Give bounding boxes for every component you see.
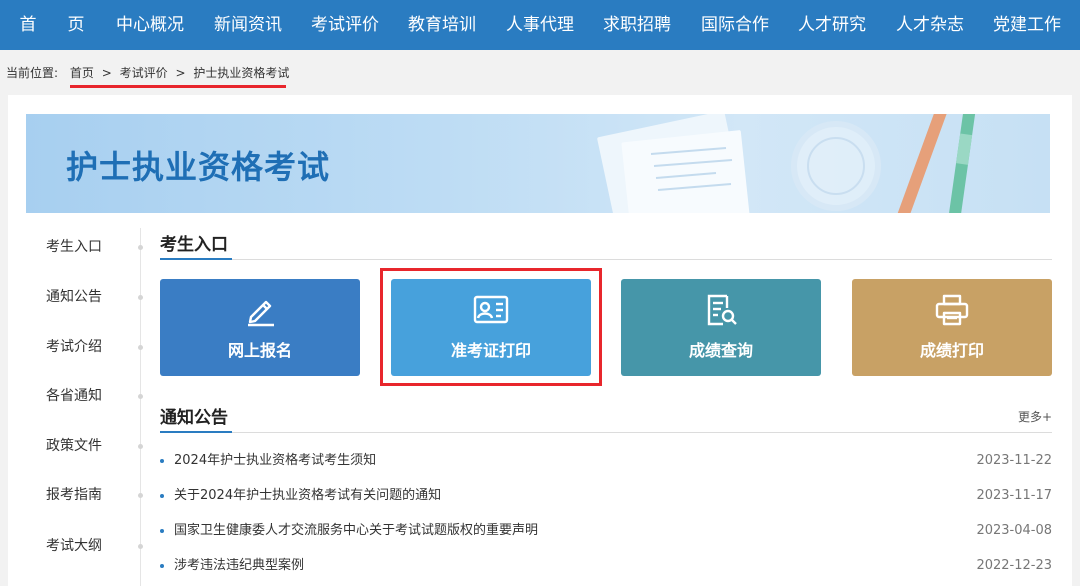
notice-date: 2023-04-08 [976, 523, 1052, 538]
banner: 护士执业资格考试 [26, 114, 1050, 213]
register-online-button[interactable]: 网上报名 [160, 279, 360, 376]
breadcrumb-prefix: 当前位置: [6, 66, 59, 80]
sidebar-item-province-notices[interactable]: 各省通知 [26, 381, 122, 411]
sidebar-bullet [138, 493, 143, 498]
notice-item[interactable]: 国家卫生健康委人才交流服务中心关于考试试题版权的重要声明 2023-04-08 [160, 519, 1052, 543]
sidebar-bullet [138, 444, 143, 449]
notice-date: 2022-12-23 [976, 558, 1052, 573]
breadcrumb-current: 护士执业资格考试 [193, 66, 290, 80]
score-query-label: 成绩查询 [688, 341, 753, 360]
breadcrumb: 当前位置: 首页 > 考试评价 > 护士执业资格考试 [0, 58, 289, 88]
section-rule [160, 432, 1052, 433]
register-online-label: 网上报名 [227, 341, 292, 360]
notice-item[interactable]: 2024年护士执业资格考试考生须知 2023-11-22 [160, 449, 1052, 473]
nav-item-magazine[interactable]: 人才杂志 [888, 0, 972, 50]
section-underline [160, 431, 232, 433]
nav-item-home-2[interactable]: 页 [56, 0, 96, 50]
breadcrumb-exam-evaluation[interactable]: 考试评价 [120, 58, 168, 88]
sidebar-item-exam-intro[interactable]: 考试介绍 [26, 332, 122, 362]
breadcrumb-separator: > [175, 66, 186, 80]
notice-item[interactable]: 关于2024年护士执业资格考试有关问题的通知 2023-11-17 [160, 484, 1052, 508]
section-title-notices: 通知公告 [160, 408, 228, 428]
notice-title[interactable]: 国家卫生健康委人才交流服务中心关于考试试题版权的重要声明 [174, 519, 538, 543]
highlight-box [380, 268, 602, 386]
notice-date: 2023-11-17 [976, 488, 1052, 503]
nav-item-personnel[interactable]: 人事代理 [498, 0, 582, 50]
sidebar-item-policy-docs[interactable]: 政策文件 [26, 431, 122, 461]
banner-title: 护士执业资格考试 [66, 148, 331, 186]
printer-icon [934, 293, 970, 327]
nav-item-exam-evaluation[interactable]: 考试评价 [303, 0, 387, 50]
notice-title[interactable]: 涉考违法违纪典型案例 [174, 554, 304, 578]
breadcrumb-separator: > [101, 66, 112, 80]
nav-item-news[interactable]: 新闻资讯 [206, 0, 290, 50]
notice-title[interactable]: 关于2024年护士执业资格考试有关问题的通知 [174, 484, 441, 508]
bullet-dot [160, 529, 164, 533]
breadcrumb-highlight-underline [70, 85, 286, 88]
nav-item-center-overview[interactable]: 中心概况 [108, 0, 192, 50]
nav-item-home-1[interactable]: 首 [8, 0, 48, 50]
notice-date: 2023-11-22 [976, 453, 1052, 468]
document-search-icon [703, 293, 739, 327]
nav-item-party[interactable]: 党建工作 [985, 0, 1069, 50]
sidebar-bullet [138, 295, 143, 300]
top-navigation: 首 页 中心概况 新闻资讯 考试评价 教育培训 人事代理 求职招聘 国际合作 人… [0, 0, 1080, 50]
sidebar-item-application-guide[interactable]: 报考指南 [26, 480, 122, 510]
nav-item-international[interactable]: 国际合作 [693, 0, 777, 50]
score-query-button[interactable]: 成绩查询 [621, 279, 821, 376]
sidebar-bullet [138, 245, 143, 250]
notice-title[interactable]: 2024年护士执业资格考试考生须知 [174, 449, 376, 473]
notice-item[interactable]: 涉考违法违纪典型案例 2022-12-23 [160, 554, 1052, 578]
section-title-entrance: 考生入口 [160, 235, 228, 255]
bullet-dot [160, 564, 164, 568]
nav-item-jobs[interactable]: 求职招聘 [595, 0, 679, 50]
section-underline [160, 258, 232, 260]
sidebar-bullet [138, 345, 143, 350]
section-rule [160, 259, 1052, 260]
sidebar-bullet [138, 394, 143, 399]
nav-item-research[interactable]: 人才研究 [790, 0, 874, 50]
sidebar-item-notices[interactable]: 通知公告 [26, 282, 122, 312]
nav-item-education[interactable]: 教育培训 [400, 0, 484, 50]
bullet-dot [160, 459, 164, 463]
sidebar-divider [140, 228, 141, 586]
pen-icon [242, 293, 278, 327]
sidebar-bullet [138, 544, 143, 549]
score-print-button[interactable]: 成绩打印 [852, 279, 1052, 376]
sidebar-item-candidate-entrance[interactable]: 考生入口 [26, 232, 122, 262]
score-print-label: 成绩打印 [919, 341, 984, 360]
more-link[interactable]: 更多+ [1018, 408, 1052, 425]
sidebar-item-syllabus[interactable]: 考试大纲 [26, 531, 122, 561]
bullet-dot [160, 494, 164, 498]
breadcrumb-home[interactable]: 首页 [70, 58, 94, 88]
